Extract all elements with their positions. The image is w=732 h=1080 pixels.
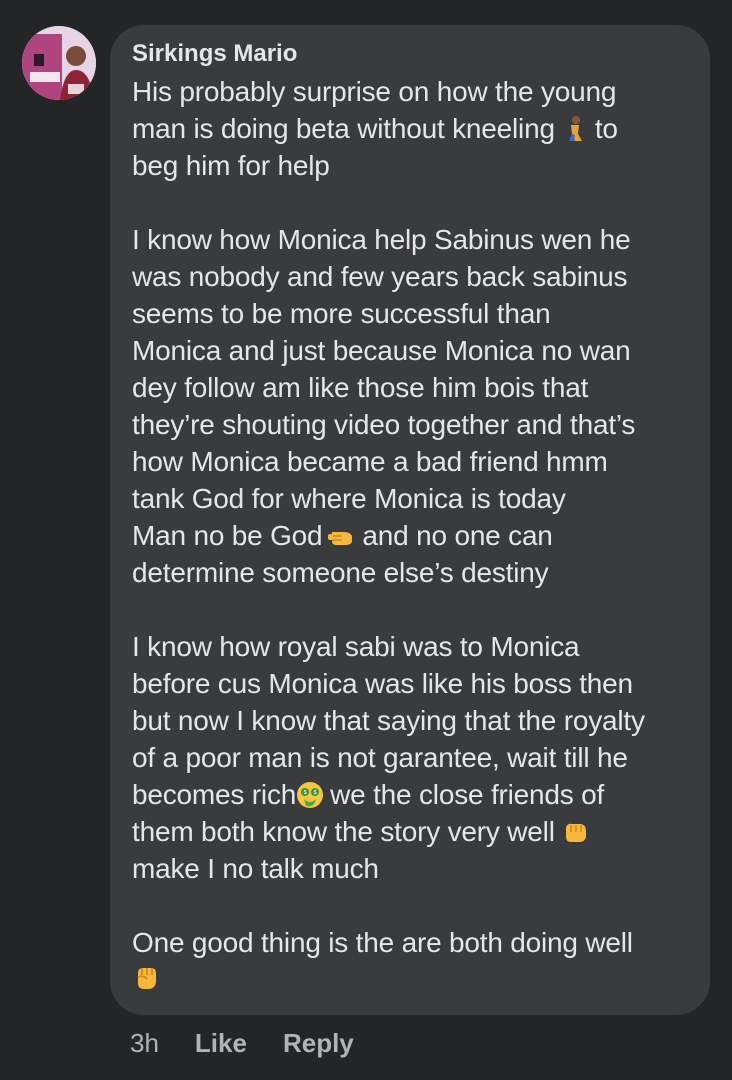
- avatar-image: [22, 26, 96, 100]
- person-kneeling-emoji-icon: [561, 115, 589, 143]
- left-facing-fist-emoji-icon: [328, 522, 356, 550]
- comment-text: make I no talk much: [132, 853, 379, 884]
- comment-text: to: [594, 113, 618, 144]
- comment-text: His probably surprise on how the young: [132, 76, 617, 107]
- comment-text: them both know the story very well: [132, 816, 555, 847]
- avatar[interactable]: [22, 26, 96, 100]
- comment-text: One good thing is the are both doing wel…: [132, 927, 633, 958]
- comment-paragraph-2: I know how Monica help Sabinus wen he wa…: [132, 221, 688, 591]
- oncoming-fist-emoji-icon: [561, 818, 589, 846]
- comment-text: man is doing beta without kneeling: [132, 113, 555, 144]
- comment-text: I know how royal sabi was to Monica befo…: [132, 631, 645, 773]
- comment-paragraph-4: One good thing is the are both doing wel…: [132, 924, 688, 998]
- comment-paragraph-3: I know how royal sabi was to Monica befo…: [132, 628, 688, 887]
- comment-text: and no one can: [362, 520, 553, 551]
- comment-author-name[interactable]: Sirkings Mario: [132, 39, 688, 69]
- comment-text: I know how Monica help Sabinus wen he wa…: [132, 224, 636, 514]
- reply-button[interactable]: Reply: [283, 1028, 354, 1059]
- raised-fist-emoji-icon: [132, 964, 162, 994]
- comment-text: beg him for help: [132, 150, 330, 181]
- money-mouth-face-emoji-icon: $ $: [296, 781, 324, 809]
- comment-bubble: Sirkings Mario His probably surprise on …: [110, 25, 710, 1015]
- svg-text:$: $: [313, 789, 317, 796]
- comment-actions: 3h Like Reply: [130, 1027, 354, 1059]
- comment-paragraph-1: His probably surprise on how the young m…: [132, 73, 688, 184]
- comment-text: becomes rich: [132, 779, 297, 810]
- comment-text: Man no be God: [132, 520, 323, 551]
- comment-text: we the close friends of: [330, 779, 605, 810]
- comment-timestamp[interactable]: 3h: [130, 1028, 159, 1059]
- comment-text: determine someone else’s destiny: [132, 557, 549, 588]
- like-button[interactable]: Like: [195, 1028, 247, 1059]
- svg-text:$: $: [303, 789, 307, 796]
